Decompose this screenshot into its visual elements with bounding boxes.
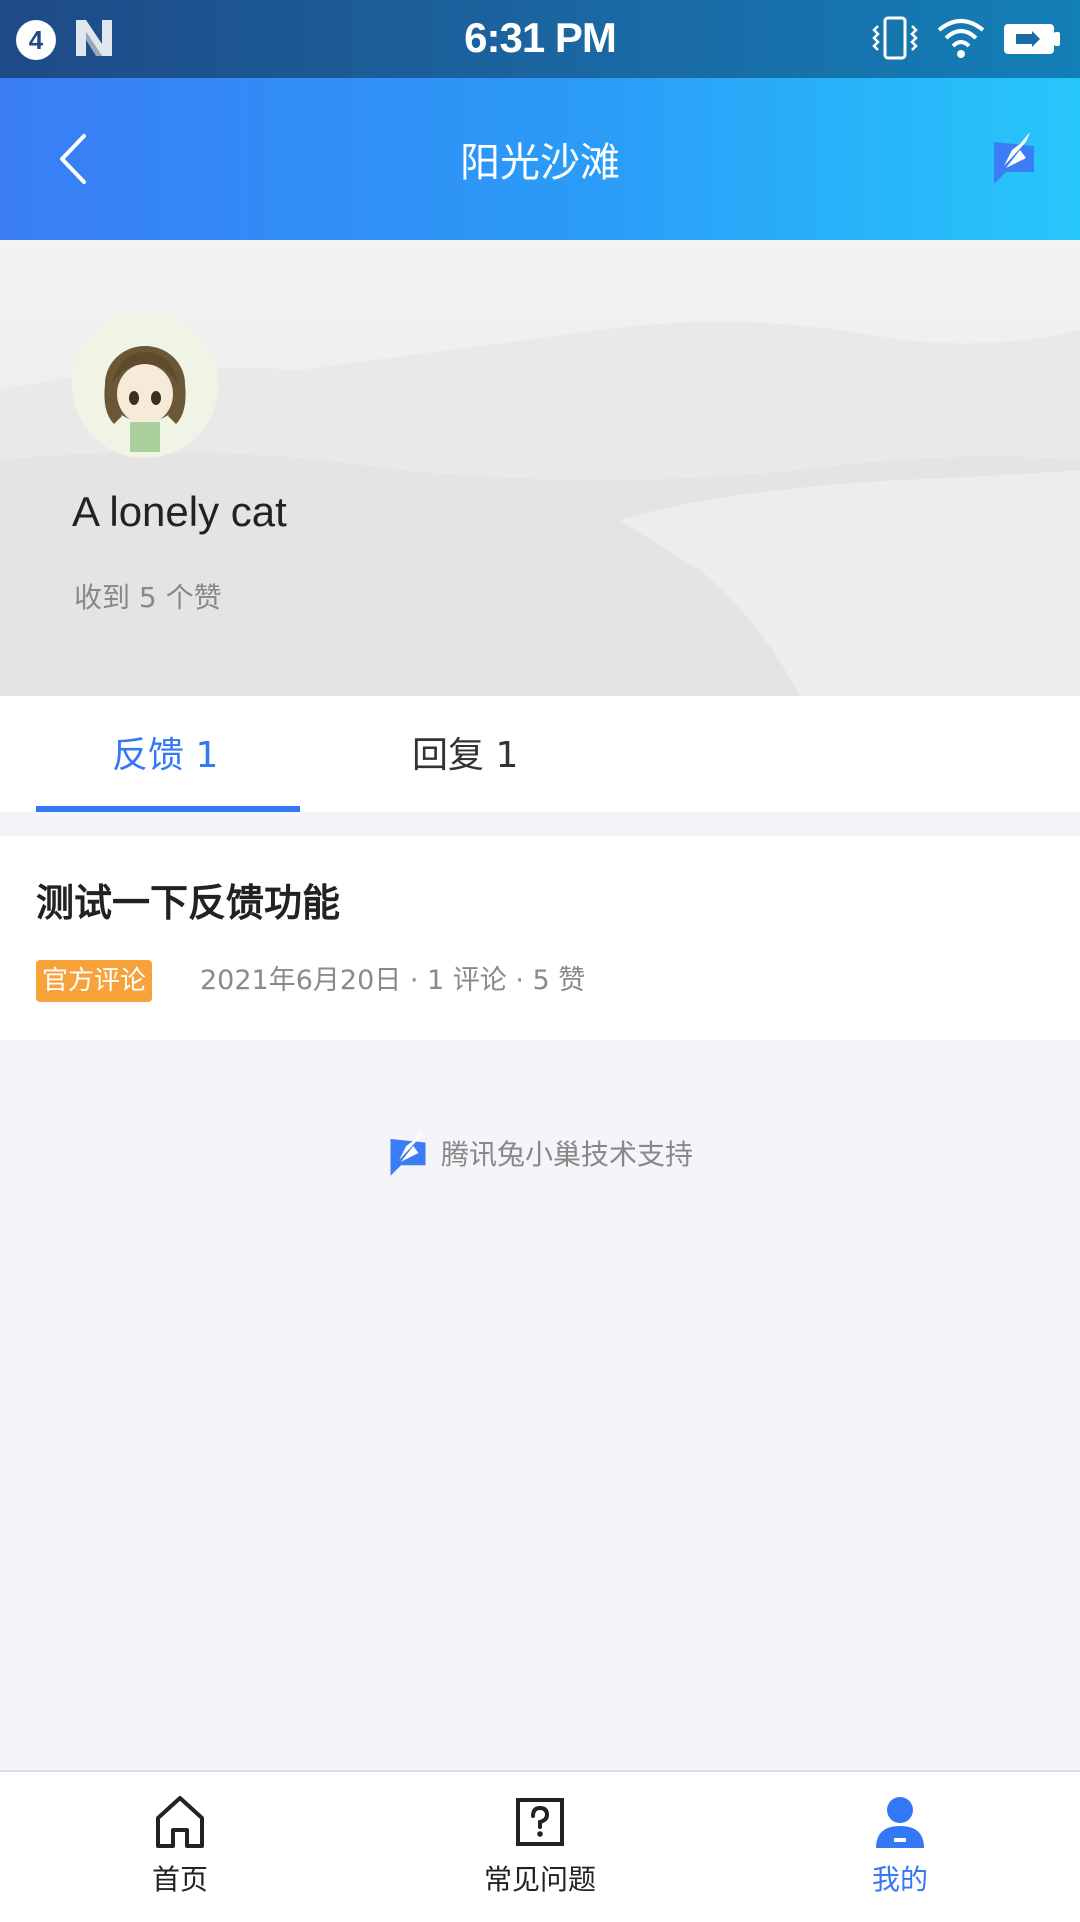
- tab-feedback[interactable]: 反馈 1: [112, 726, 218, 778]
- question-icon: [516, 1798, 564, 1846]
- likes-received: 收到 5 个赞: [74, 581, 222, 614]
- nav-home-label: 首页: [151, 1863, 208, 1896]
- txc-logo-icon[interactable]: [990, 128, 1038, 188]
- bottom-nav: 首页 常见问题 我的: [0, 1770, 1080, 1922]
- support-footer: 腾讯兔小巢技术支持: [0, 1124, 1080, 1187]
- username: A lonely cat: [72, 488, 287, 535]
- status-bar: 4 6:31 PM: [0, 0, 1080, 78]
- official-comment-badge: 官方评论: [36, 960, 153, 1002]
- support-text: 腾讯兔小巢技术支持: [440, 1138, 693, 1171]
- tab-replies[interactable]: 回复 1: [412, 726, 518, 778]
- home-icon: [156, 1796, 204, 1848]
- nav-mine-label: 我的: [871, 1863, 928, 1896]
- profile-header: A lonely cat 收到 5 个赞: [0, 240, 1080, 696]
- nav-home[interactable]: 首页: [0, 1772, 360, 1922]
- person-icon: [876, 1797, 924, 1848]
- nav-faq[interactable]: 常见问题: [360, 1772, 720, 1922]
- post-meta: 2021年6月20日 · 1 评论 · 5 赞: [200, 965, 586, 996]
- post-title[interactable]: 测试一下反馈功能: [36, 872, 340, 927]
- page-title: 阳光沙滩: [460, 140, 620, 186]
- post-card[interactable]: 测试一下反馈功能 官方评论 2021年6月20日 · 1 评论 · 5 赞: [0, 836, 1080, 1040]
- mountain-background: [0, 322, 1080, 696]
- tab-bar: 反馈 1 回复 1: [0, 696, 1080, 812]
- wifi-icon: [937, 19, 985, 58]
- vibrate-icon: [872, 16, 918, 60]
- battery-charging-icon: [1004, 24, 1060, 54]
- avatar: [72, 312, 218, 458]
- nav-faq-label: 常见问题: [483, 1863, 596, 1896]
- app-header: 阳光沙滩: [0, 78, 1080, 240]
- active-tab-indicator: [36, 806, 300, 812]
- txc-logo-icon: [390, 1130, 426, 1176]
- nav-mine[interactable]: 我的: [720, 1772, 1080, 1922]
